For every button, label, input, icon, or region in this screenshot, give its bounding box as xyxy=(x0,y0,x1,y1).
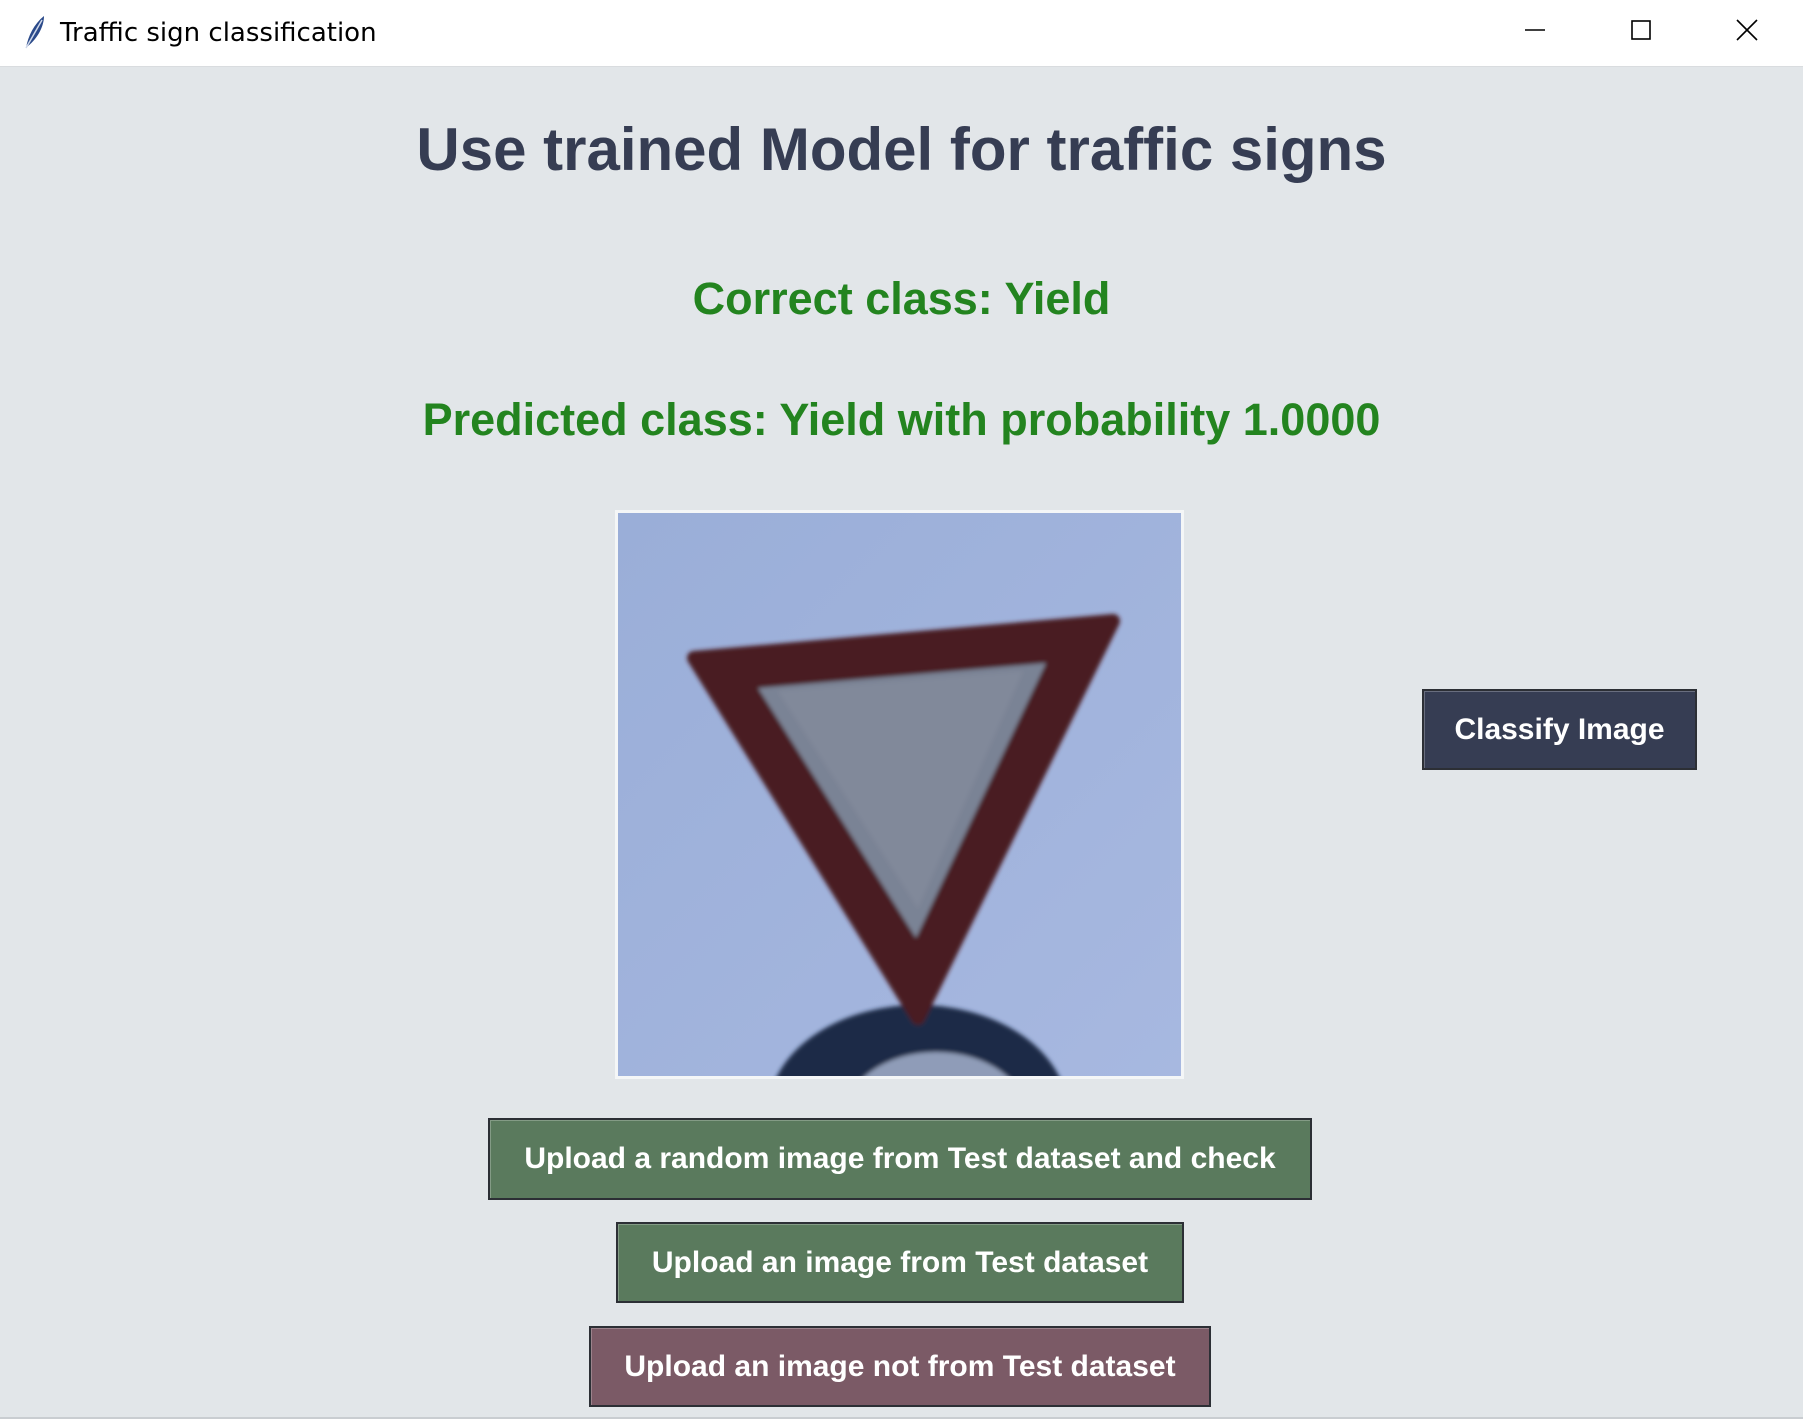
upload-external-image-button[interactable]: Upload an image not from Test dataset xyxy=(589,1326,1211,1407)
title-bar[interactable]: Traffic sign classification xyxy=(0,0,1803,67)
close-button[interactable] xyxy=(1695,0,1799,64)
correct-class-label: Correct class: Yield xyxy=(692,273,1111,324)
yield-sign-image xyxy=(618,513,1181,1076)
page-title: Use trained Model for traffic signs xyxy=(416,116,1387,183)
minimize-button[interactable] xyxy=(1483,0,1587,64)
classify-image-button[interactable]: Classify Image xyxy=(1422,689,1697,770)
maximize-icon xyxy=(1629,18,1653,47)
close-icon xyxy=(1735,18,1759,47)
maximize-button[interactable] xyxy=(1589,0,1693,64)
feather-icon xyxy=(22,14,48,50)
minimize-icon xyxy=(1523,18,1547,47)
predicted-class-label: Predicted class: Yield with probability … xyxy=(422,394,1381,445)
sign-image-frame xyxy=(615,510,1184,1079)
app-window: Traffic sign classification Use trained … xyxy=(0,0,1803,1425)
upload-test-image-button[interactable]: Upload an image from Test dataset xyxy=(616,1222,1184,1303)
upload-random-image-button[interactable]: Upload a random image from Test dataset … xyxy=(488,1118,1312,1200)
window-title: Traffic sign classification xyxy=(60,18,377,48)
window-bottom-edge xyxy=(0,1417,1803,1425)
